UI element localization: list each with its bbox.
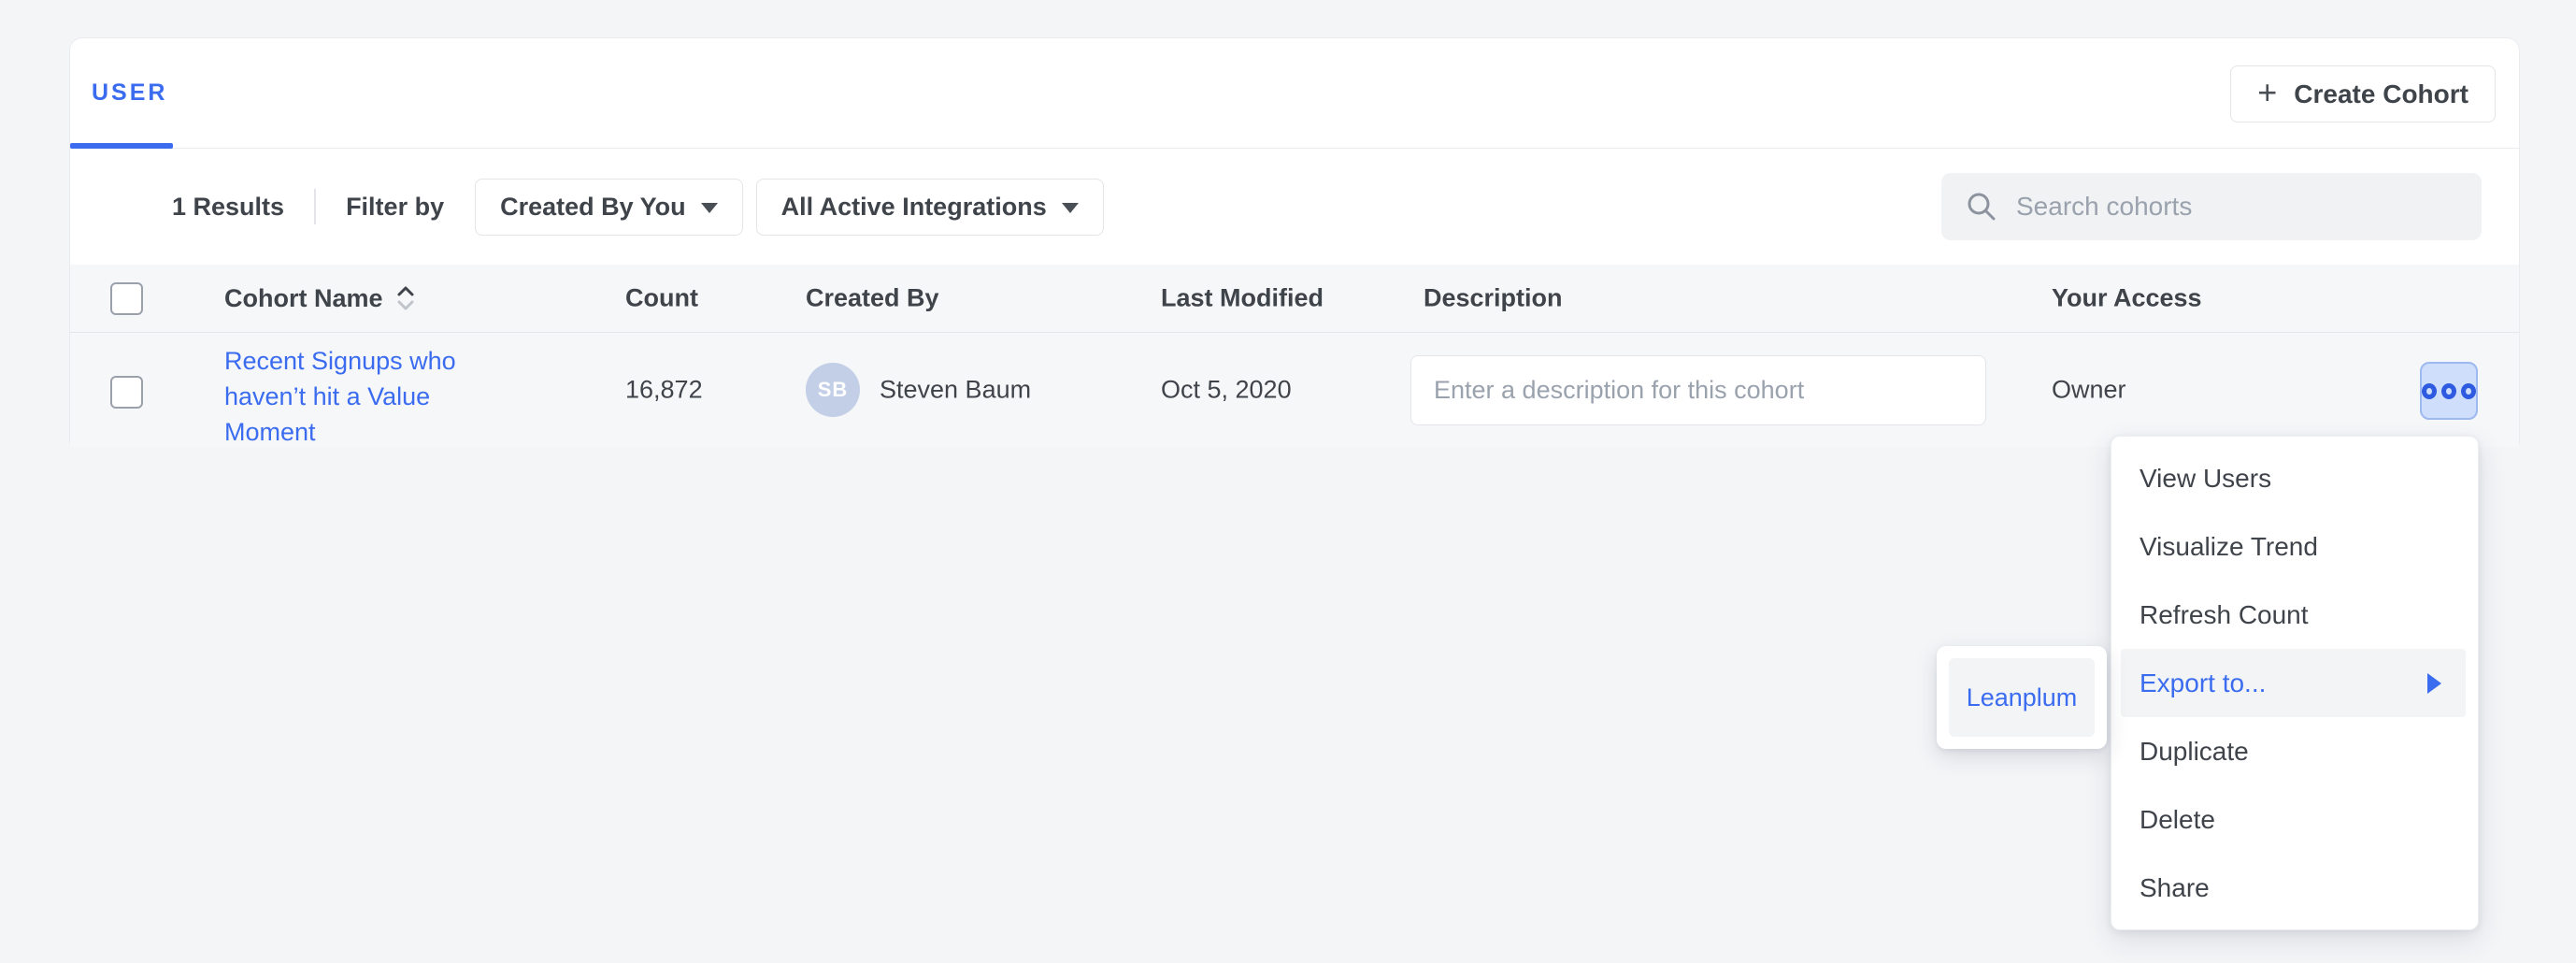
- menu-item-export-label: Export to...: [2140, 668, 2266, 698]
- created-by-dropdown[interactable]: Created By You: [475, 179, 743, 236]
- tab-user[interactable]: USER: [92, 38, 167, 148]
- filter-bar: 1 Results Filter by Created By You All A…: [70, 149, 2519, 265]
- row-actions-button[interactable]: [2420, 362, 2478, 420]
- row-actions-menu: View Users Visualize Trend Refresh Count…: [2111, 436, 2479, 930]
- search-input[interactable]: [2016, 192, 2457, 222]
- table-row: Recent Signups who haven’t hit a Value M…: [70, 333, 2519, 447]
- cohort-name-line: haven’t hit a Value: [224, 379, 465, 414]
- menu-item-share[interactable]: Share: [2111, 854, 2478, 922]
- cohort-name-line: Moment: [224, 414, 465, 450]
- menu-item-view-users[interactable]: View Users: [2111, 444, 2478, 512]
- row-checkbox[interactable]: [110, 376, 143, 409]
- submenu-item-leanplum[interactable]: Leanplum: [1949, 658, 2095, 737]
- access-level: Owner: [2052, 376, 2126, 405]
- menu-item-visualize-trend[interactable]: Visualize Trend: [2111, 512, 2478, 581]
- select-all-checkbox[interactable]: [110, 282, 143, 315]
- caret-down-icon: [1062, 203, 1079, 213]
- description-input[interactable]: [1410, 355, 1986, 425]
- created-by-name: Steven Baum: [880, 376, 1031, 405]
- column-header-count: Count: [625, 284, 698, 313]
- tab-bar: USER + Create Cohort: [70, 38, 2519, 149]
- avatar: SB: [806, 363, 860, 417]
- menu-item-delete[interactable]: Delete: [2111, 785, 2478, 854]
- menu-item-export-to[interactable]: Export to...: [2121, 649, 2466, 717]
- created-by-dropdown-value: Created By You: [500, 193, 686, 222]
- more-icon: [2461, 383, 2476, 399]
- search-icon: [1966, 191, 1997, 223]
- cohort-name-header-label: Cohort Name: [224, 284, 383, 313]
- cohort-name-link[interactable]: Recent Signups who haven’t hit a Value M…: [224, 343, 465, 450]
- filter-by-label: Filter by: [346, 193, 444, 222]
- column-header-description: Description: [1424, 284, 1563, 313]
- avatar-initials: SB: [818, 378, 849, 402]
- column-header-your-access: Your Access: [2052, 284, 2202, 313]
- export-submenu: Leanplum: [1937, 646, 2107, 749]
- cohorts-card: USER + Create Cohort 1 Results Filter by…: [69, 37, 2520, 446]
- last-modified-date: Oct 5, 2020: [1161, 376, 1292, 405]
- column-header-cohort-name[interactable]: Cohort Name: [224, 283, 417, 313]
- table-header-row: Cohort Name Count Created By Last Modifi…: [70, 265, 2519, 333]
- column-header-last-modified: Last Modified: [1161, 284, 1324, 313]
- tab-user-label: USER: [92, 79, 167, 107]
- more-icon: [2422, 383, 2437, 399]
- active-tab-underline: [70, 143, 173, 149]
- sort-icon: [394, 283, 417, 313]
- plus-icon: +: [2257, 76, 2277, 109]
- integrations-dropdown-value: All Active Integrations: [781, 193, 1047, 222]
- create-cohort-button[interactable]: + Create Cohort: [2230, 65, 2496, 122]
- page-background: { "tabs": { "user_label": "USER" }, "too…: [0, 0, 2576, 963]
- create-cohort-label: Create Cohort: [2294, 79, 2469, 109]
- submenu-arrow-icon: [2427, 673, 2441, 694]
- integrations-dropdown[interactable]: All Active Integrations: [756, 179, 1104, 236]
- divider: [314, 189, 316, 224]
- cohort-name-line: Recent Signups who: [224, 343, 465, 379]
- caret-down-icon: [701, 203, 718, 213]
- column-header-created-by: Created By: [806, 284, 939, 313]
- cohort-count: 16,872: [625, 376, 703, 405]
- results-count: 1 Results: [172, 193, 284, 222]
- menu-item-refresh-count[interactable]: Refresh Count: [2111, 581, 2478, 649]
- search-box: [1941, 173, 2482, 240]
- more-icon: [2441, 383, 2456, 399]
- menu-item-duplicate[interactable]: Duplicate: [2111, 717, 2478, 785]
